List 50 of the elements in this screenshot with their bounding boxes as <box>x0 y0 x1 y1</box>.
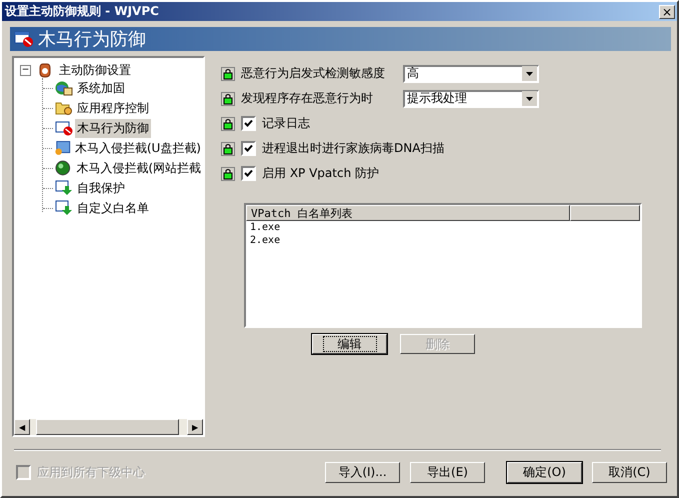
setting-label: 恶意行为启发式检测敏感度 <box>241 65 386 82</box>
lock-icon[interactable] <box>221 116 235 130</box>
orb-icon <box>54 160 72 176</box>
section-title: 木马行为防御 <box>38 28 146 51</box>
blocked-window-icon <box>55 120 73 136</box>
scroll-thumb[interactable] <box>36 419 179 435</box>
close-button[interactable]: × <box>659 4 675 18</box>
dialog-button[interactable]: 导入(I)... <box>325 462 400 483</box>
list-row[interactable]: 2.exe <box>246 234 640 247</box>
tree-item[interactable]: 自我保护 <box>75 178 127 198</box>
lock-icon[interactable] <box>221 66 235 80</box>
scroll-left-button[interactable]: ◀ <box>14 419 30 435</box>
dialog-button[interactable]: 确定(O) <box>507 462 582 483</box>
checkbox-label[interactable]: 进程退出时进行家族病毒DNA扫描 <box>262 140 444 157</box>
checkmark-icon <box>244 119 253 128</box>
folder-icon <box>55 100 73 116</box>
setting-label: 发现程序存在恶意行为时 <box>241 90 374 107</box>
column-header[interactable]: VPatch 白名单列表 <box>246 205 570 221</box>
globe-icon <box>55 80 73 96</box>
tree-item[interactable]: 木马入侵拦截(U盘拦截) <box>72 138 203 158</box>
checkbox-label[interactable]: 记录日志 <box>262 115 310 132</box>
checkmark-icon <box>244 169 253 178</box>
blocked-window-icon <box>14 30 34 48</box>
dialog-button[interactable]: 取消(C) <box>592 462 667 483</box>
dialog-button[interactable]: 导出(E) <box>410 462 485 483</box>
arrow-down-window-icon <box>55 200 73 216</box>
collapse-toggle[interactable]: − <box>20 64 31 76</box>
tree-item[interactable]: 自定义白名单 <box>75 198 151 218</box>
horizontal-scrollbar[interactable]: ◀ ▶ <box>14 419 203 435</box>
checkbox-label[interactable]: 启用 XP Vpatch 防护 <box>262 165 379 182</box>
dropdown[interactable]: 高 <box>403 64 539 82</box>
list-row[interactable]: 1.exe <box>246 221 640 234</box>
window-title: 设置主动防御规则 - WJVPC <box>5 3 160 20</box>
checkmark-icon <box>244 144 253 153</box>
list-action-button[interactable]: 编辑 <box>312 334 387 354</box>
scroll-right-button[interactable]: ▶ <box>187 419 203 435</box>
tree-item[interactable]: 木马行为防御 <box>75 118 151 138</box>
lock-icon[interactable] <box>221 142 235 156</box>
lock-icon[interactable] <box>221 92 235 106</box>
tree-item[interactable]: 系统加固 <box>75 78 127 98</box>
tree-item[interactable]: 应用程序控制 <box>75 98 151 118</box>
lock-icon[interactable] <box>221 166 235 180</box>
dropdown[interactable]: 提示我处理 <box>403 90 539 108</box>
tree-item[interactable]: 木马入侵拦截(网站拦截 <box>74 158 203 178</box>
checkbox[interactable] <box>241 141 256 156</box>
column-header[interactable] <box>570 205 640 221</box>
arrow-down-window-icon <box>55 180 73 196</box>
checkbox[interactable] <box>241 116 256 131</box>
tree-item[interactable]: 主动防御设置 <box>57 60 133 80</box>
checkbox[interactable] <box>241 166 256 181</box>
